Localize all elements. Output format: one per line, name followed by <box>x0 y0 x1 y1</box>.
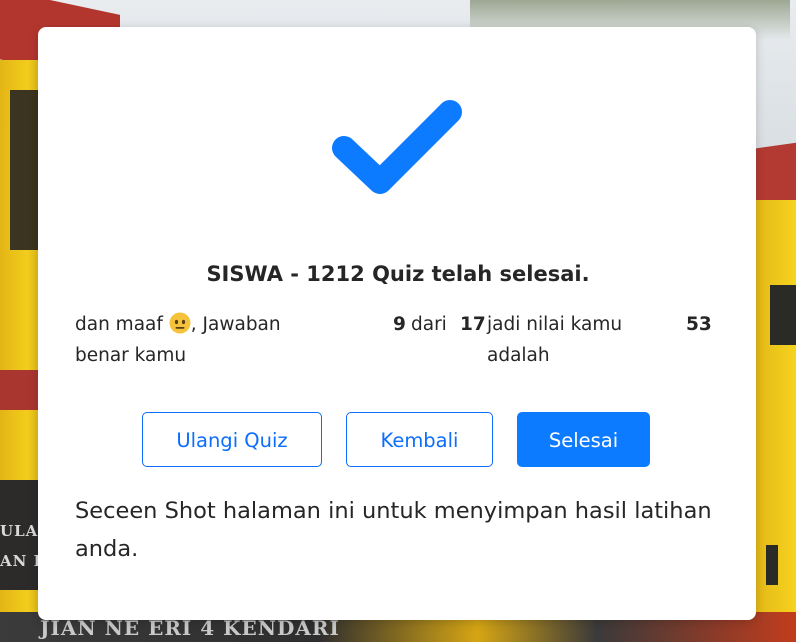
building-window-left <box>10 90 38 250</box>
of-text: dari <box>411 314 447 335</box>
neutral-face-icon <box>169 312 191 334</box>
building-window-right-lower <box>766 545 778 585</box>
screenshot-note: Seceen Shot halaman ini untuk menyimpan … <box>75 498 712 562</box>
score-value: 53 <box>686 314 712 335</box>
score-label-line1: jadi nilai kamu <box>487 314 623 335</box>
result-prefix-text-after-emoji: , Jawaban <box>190 314 281 335</box>
total-count: 17 <box>460 314 486 335</box>
result-summary: dan maaf , Jawaban benar kamu 9 dari 17 … <box>0 310 796 380</box>
correct-count: 9 <box>393 314 406 335</box>
score-label-line2: adalah <box>487 345 550 366</box>
result-prefix-text: dan maaf <box>75 314 163 335</box>
result-prefix-line1: dan maaf , Jawaban <box>75 310 281 340</box>
check-icon <box>332 100 462 194</box>
result-heading: SISWA - 1212 Quiz telah selesai. <box>206 262 590 286</box>
retry-quiz-button[interactable]: Ulangi Quiz <box>142 412 322 467</box>
result-prefix-line2: benar kamu <box>75 345 187 366</box>
back-button[interactable]: Kembali <box>346 412 493 467</box>
finish-button[interactable]: Selesai <box>517 412 650 467</box>
